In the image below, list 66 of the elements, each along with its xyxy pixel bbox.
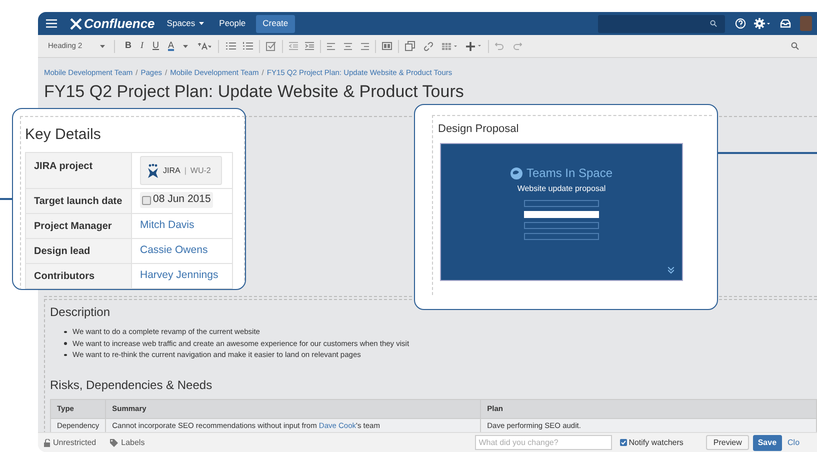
link-icon[interactable] <box>424 42 434 50</box>
tag-icon <box>110 438 118 446</box>
format-button[interactable]: A <box>168 39 174 53</box>
caret-icon <box>100 44 105 48</box>
bullet-icon <box>64 354 66 356</box>
format-button[interactable]: B <box>125 39 132 53</box>
row-label: Design lead <box>26 238 132 264</box>
row-label: Target launch date <box>26 188 132 214</box>
help-icon[interactable] <box>735 18 746 29</box>
section-heading: Key Details <box>25 125 102 145</box>
section-heading: Design Proposal <box>438 122 520 136</box>
search-field[interactable] <box>598 14 725 32</box>
caret-icon <box>183 44 188 48</box>
format-button[interactable]: U <box>152 39 159 53</box>
indent-icon[interactable] <box>305 42 314 50</box>
labels-button[interactable]: Labels <box>110 436 145 448</box>
nav-menu-item[interactable]: People <box>219 17 246 30</box>
insert-plus-icon[interactable] <box>466 42 482 50</box>
mockup-brand-name: Teams In Space <box>526 166 613 180</box>
checkbox[interactable] <box>620 439 627 446</box>
settings-icon[interactable] <box>754 18 771 29</box>
menu-icon[interactable] <box>46 19 57 28</box>
table-icon[interactable] <box>442 42 458 50</box>
jira-issue-macro[interactable]: JIRA | WU-2 <box>140 156 222 185</box>
padlock-icon <box>44 438 51 446</box>
notification-tray-icon[interactable] <box>780 19 791 28</box>
row-label: JIRA project <box>26 152 132 188</box>
format-button[interactable]: I <box>140 39 144 53</box>
search-icon <box>710 20 717 27</box>
section-heading: Description <box>50 304 112 320</box>
align-left-icon[interactable] <box>327 42 336 50</box>
checkbox-label: Notify watchers <box>628 436 684 448</box>
row-label: Contributors <box>26 264 132 288</box>
date-lozenge[interactable]: 08 Jun 2015 <box>140 192 213 208</box>
section-heading: Risks, Dependencies & Needs <box>50 376 214 392</box>
bullet-list-icon[interactable] <box>226 42 236 50</box>
align-center-icon[interactable] <box>344 42 352 50</box>
numbered-list-icon[interactable] <box>243 42 254 50</box>
restrictions-button[interactable]: Unrestricted <box>44 436 96 448</box>
redo-icon[interactable] <box>513 42 522 50</box>
preview-button[interactable]: Preview <box>706 435 749 450</box>
row-label: Project Manager <box>26 214 132 238</box>
calendar-icon <box>142 196 151 205</box>
bullet-icon <box>64 342 66 344</box>
globe-logo-icon <box>510 166 524 180</box>
text-size-icon[interactable] <box>197 42 212 50</box>
brand-name[interactable]: Confluence <box>84 14 155 34</box>
page-title: FY15 Q2 Project Plan: Update Website & Product Tours <box>44 81 465 103</box>
search-icon[interactable] <box>791 42 799 50</box>
create-button[interactable]: Create <box>256 14 296 32</box>
align-right-icon[interactable] <box>361 42 370 50</box>
close-link[interactable]: Clo <box>788 436 800 448</box>
caret-icon <box>199 22 204 25</box>
nav-menu-item[interactable]: Spaces <box>166 17 204 30</box>
save-button[interactable]: Save <box>752 434 782 450</box>
undo-icon[interactable] <box>495 42 504 50</box>
page-layout-icon[interactable] <box>382 42 392 50</box>
task-checkbox-icon[interactable] <box>266 41 276 51</box>
change-comment-field[interactable]: What did you change? <box>474 435 612 450</box>
bullet-icon <box>64 330 66 333</box>
mockup-title: Website update proposal <box>517 184 606 194</box>
outdent-icon[interactable] <box>289 42 298 50</box>
chevron-logo-icon <box>668 267 674 274</box>
jira-logo-icon <box>147 164 159 178</box>
image-icon[interactable] <box>405 41 416 51</box>
logo-icon <box>70 18 83 30</box>
